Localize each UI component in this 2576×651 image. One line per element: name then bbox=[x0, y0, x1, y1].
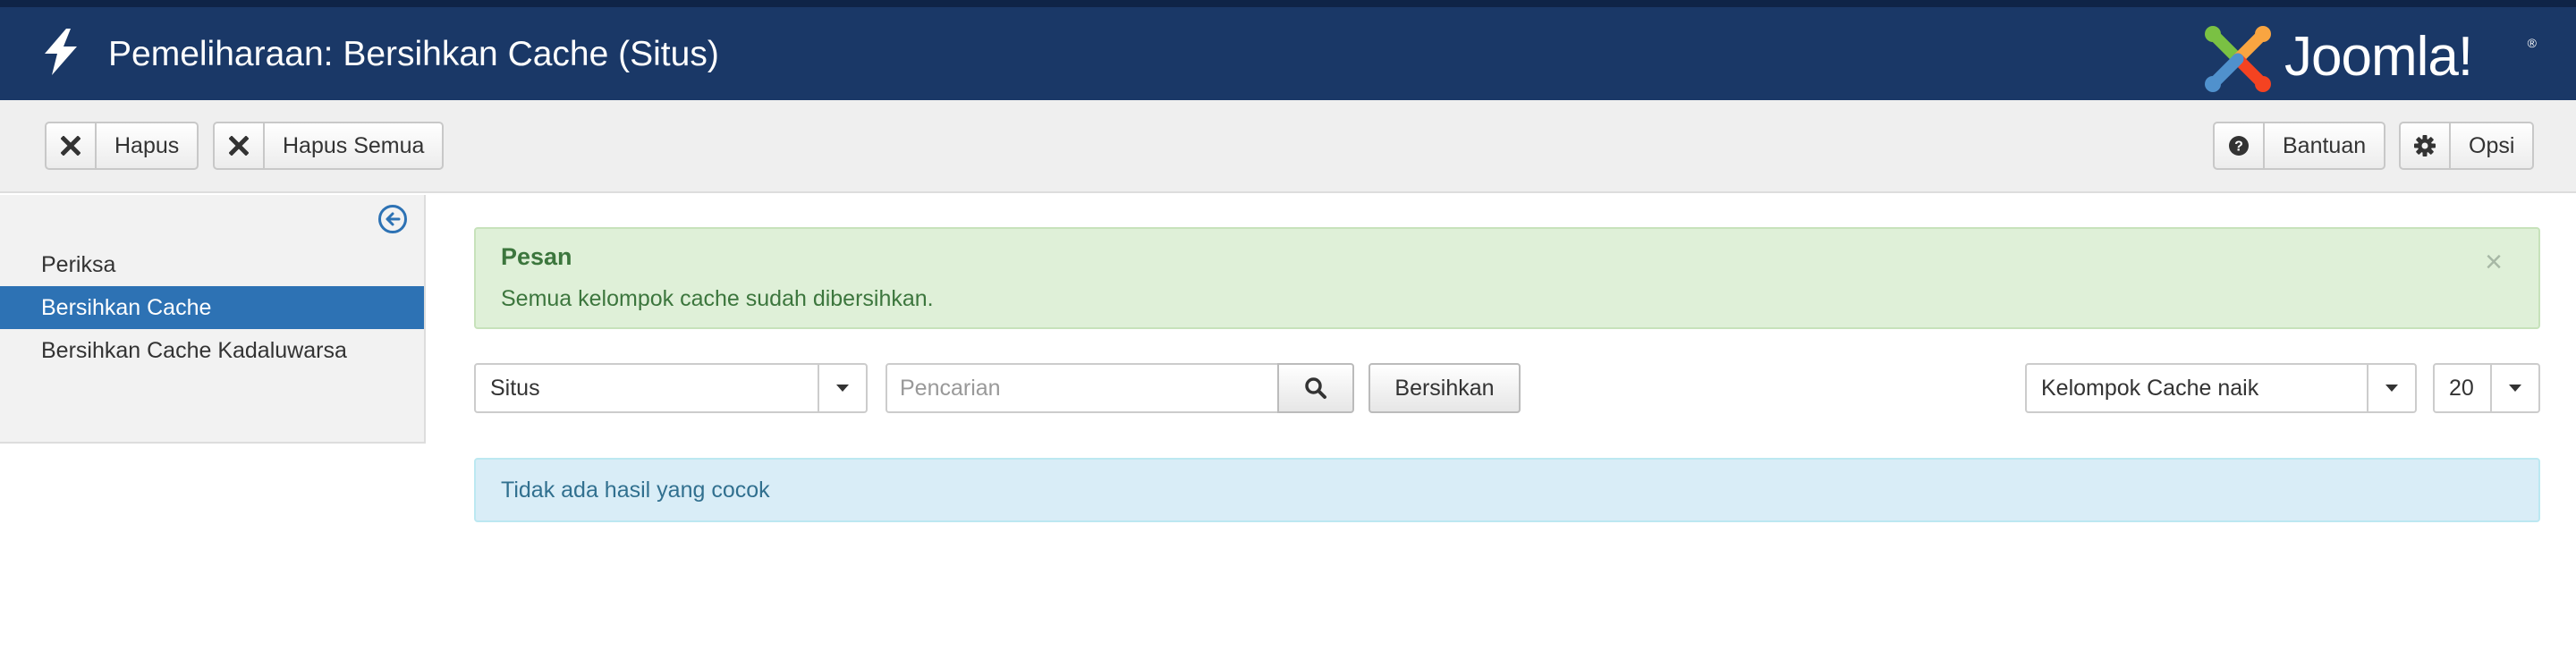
message-heading: Pesan bbox=[501, 243, 572, 270]
search-button[interactable] bbox=[1277, 363, 1354, 413]
joomla-logo-text: Joomla! bbox=[2284, 26, 2473, 88]
arrow-left-circle-icon[interactable] bbox=[377, 204, 408, 234]
delete-all-button[interactable]: Hapus Semua bbox=[213, 122, 445, 170]
sidebar-item-clear-expired-cache[interactable]: Bersihkan Cache Kadaluwarsa bbox=[0, 329, 424, 372]
search-placeholder: Pencarian bbox=[900, 376, 1001, 401]
gear-icon bbox=[2401, 123, 2451, 168]
no-results-message: Tidak ada hasil yang cocok bbox=[474, 458, 2540, 522]
chevron-down-icon bbox=[2490, 365, 2538, 411]
options-button-label: Opsi bbox=[2469, 132, 2515, 158]
limit-select[interactable]: 20 bbox=[2433, 363, 2540, 413]
ordering-select-value: Kelompok Cache naik bbox=[2041, 376, 2259, 401]
clear-button[interactable]: Bersihkan bbox=[1368, 363, 1521, 413]
sidebar: Periksa Bersihkan Cache Bersihkan Cache … bbox=[0, 195, 426, 444]
search-input[interactable]: Pencarian bbox=[886, 363, 1279, 413]
help-button-label: Bantuan bbox=[2283, 132, 2367, 158]
sidebar-item-check[interactable]: Periksa bbox=[0, 243, 424, 286]
svg-text:?: ? bbox=[2234, 140, 2243, 155]
question-circle-icon: ? bbox=[2215, 123, 2265, 168]
delete-button[interactable]: Hapus bbox=[45, 122, 199, 170]
search-icon bbox=[1305, 377, 1326, 399]
ordering-select[interactable]: Kelompok Cache naik bbox=[2025, 363, 2417, 413]
help-button[interactable]: ? Bantuan bbox=[2213, 122, 2386, 170]
x-icon bbox=[47, 123, 97, 168]
chevron-down-icon bbox=[2367, 365, 2415, 411]
message-text: Semua kelompok cache sudah dibersihkan. bbox=[501, 286, 934, 311]
toolbar: Hapus Hapus Semua ? Bantuan Opsi bbox=[0, 100, 2576, 193]
header-bar: Pemeliharaan: Bersihkan Cache (Situs) Jo… bbox=[0, 0, 2576, 100]
bolt-icon bbox=[45, 29, 77, 75]
joomla-logo[interactable]: Joomla! ® bbox=[2202, 23, 2537, 95]
chevron-down-icon bbox=[818, 365, 866, 411]
delete-all-button-label: Hapus Semua bbox=[283, 132, 425, 158]
success-message: Pesan Semua kelompok cache sudah dibersi… bbox=[474, 227, 2540, 329]
client-select-value: Situs bbox=[490, 376, 540, 401]
joomla-logo-icon bbox=[2205, 26, 2271, 92]
delete-button-label: Hapus bbox=[114, 132, 180, 158]
page-title: Pemeliharaan: Bersihkan Cache (Situs) bbox=[108, 35, 719, 73]
sidebar-item-clear-cache[interactable]: Bersihkan Cache bbox=[0, 286, 424, 329]
client-select[interactable]: Situs bbox=[474, 363, 868, 413]
limit-select-value: 20 bbox=[2449, 376, 2474, 401]
close-icon[interactable]: × bbox=[2485, 247, 2503, 277]
x-icon bbox=[215, 123, 265, 168]
options-button[interactable]: Opsi bbox=[2399, 122, 2535, 170]
registered-mark: ® bbox=[2527, 36, 2537, 50]
